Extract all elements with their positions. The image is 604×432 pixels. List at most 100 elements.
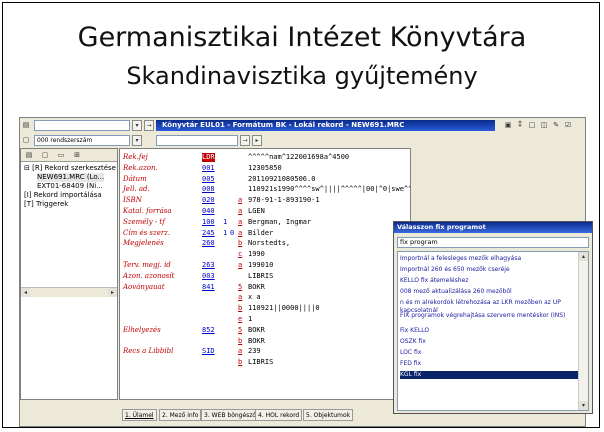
subfield-code[interactable]: b [238, 358, 242, 367]
record-row[interactable]: b 110921||0000||||0 [120, 304, 410, 313]
window-icon[interactable]: □ [528, 121, 536, 129]
fix-program-item[interactable]: KELLO fix átemeléshez [400, 277, 578, 285]
field-value[interactable]: x a [248, 293, 261, 302]
record-row[interactable]: Elhelyezés 852 5 BOKR [120, 326, 410, 335]
layout-icon[interactable]: ◫ [540, 121, 548, 129]
field-value[interactable]: 1990 [248, 250, 265, 259]
field-tag[interactable]: 852 [202, 326, 215, 335]
field-tag[interactable]: LDR [202, 153, 215, 162]
field-value[interactable]: ^^^^^nam^122001698a^4500 [248, 153, 349, 162]
tab-hol-rekord[interactable]: 4. HOL rekord [255, 409, 303, 421]
scroll-down-arrow[interactable]: ▾ [579, 401, 588, 410]
subfield-code[interactable]: a [238, 229, 242, 238]
record-row[interactable]: Rek.fej LDR ^^^^^nam^122001698a^4500 [120, 153, 410, 162]
field-value[interactable]: BOKR [248, 283, 265, 292]
subfield-code[interactable]: b [238, 304, 242, 313]
new-icon[interactable]: ▢ [22, 136, 30, 144]
tab-web-bongeszo[interactable]: 3. WEB böngésző [201, 409, 260, 421]
tree-link-icon[interactable]: ⊞ [73, 151, 81, 159]
record-row[interactable]: Katal. forrása 040 a LGEN [120, 207, 410, 216]
field-tag[interactable]: 100 [202, 218, 215, 227]
scroll-left-arrow[interactable]: ◂ [21, 288, 30, 297]
record-row[interactable]: Aoványauat 841 5 BOKR [120, 283, 410, 292]
field-value[interactable]: Bilder [248, 229, 273, 238]
tree-item-edit[interactable]: ⊟ [R] Rekord szerkesztése [24, 164, 116, 173]
view-select-dropdown[interactable]: ▾ [132, 135, 142, 146]
subfield-code[interactable]: a [238, 261, 242, 270]
field-tag[interactable]: 263 [202, 261, 215, 270]
tab-mezo-info[interactable]: 2. Mező info [159, 409, 202, 421]
field-value[interactable]: 1 [248, 315, 252, 324]
fix-program-item[interactable]: FED fix [400, 360, 578, 368]
scroll-right-arrow[interactable]: ▸ [108, 288, 117, 297]
fix-program-item[interactable]: FIX programok végrehajtása szerverre men… [400, 312, 578, 320]
field-value[interactable]: 239 [248, 347, 261, 356]
field-value[interactable]: Norstedts, [248, 239, 290, 248]
field-tag[interactable]: 040 [202, 207, 215, 216]
subfield-code[interactable]: 5 [238, 326, 242, 335]
field-value[interactable]: 12305850 [248, 164, 282, 173]
print-icon[interactable]: ▣ [504, 121, 512, 129]
fix-program-input[interactable]: fix program [397, 237, 589, 248]
subfield-code[interactable]: a [238, 347, 242, 356]
record-row[interactable]: Terv. megj. id 263 a 199010 [120, 261, 410, 270]
subfield-code[interactable]: a [238, 293, 242, 302]
tab-ulamel[interactable]: 1. Űlamel [122, 409, 157, 421]
subfield-code[interactable]: c [238, 250, 242, 259]
indicator-2[interactable]: 0 [230, 229, 234, 238]
field-value[interactable]: 978-91-1-893190-1 [248, 196, 320, 205]
tree-item-new691[interactable]: NEW691.MRC (Lo... [37, 173, 105, 182]
tree-home-icon[interactable]: ▤ [25, 151, 33, 159]
tree-horizontal-scrollbar[interactable]: ◂ ▸ [21, 287, 117, 297]
fix-program-item[interactable]: Importnál a felesleges mezők elhagyása [400, 255, 578, 263]
fix-program-list[interactable]: ▴ ▾ Importnál a felesleges mezők elhagyá… [397, 251, 589, 411]
record-row[interactable]: Jell. ad. 008 110921s1990^^^^sw^||||^^^^^|… [120, 185, 410, 194]
tree-open-icon[interactable]: ▢ [41, 151, 49, 159]
record-row[interactable]: Azon. azonosít 003 LIBRIS [120, 272, 410, 281]
check-icon[interactable]: ☑ [564, 121, 572, 129]
fix-program-item[interactable]: KGL fix [400, 371, 578, 379]
fix-program-item[interactable]: Importnál 260 és 650 mezők cseréje [400, 266, 578, 274]
search-go-button[interactable]: → [240, 135, 250, 146]
tree-item-import[interactable]: [I] Rekord importálása [24, 191, 102, 200]
fix-program-item[interactable]: OSZK fix [400, 338, 578, 346]
tab-objektumok[interactable]: 5. Objektumok [303, 409, 354, 421]
record-row[interactable]: Recs a Libbibl SID a 239 [120, 347, 410, 356]
field-tag[interactable]: 020 [202, 196, 215, 205]
record-row[interactable]: Megjelenés 260 b Norstedts, [120, 239, 410, 248]
field-value[interactable]: 20110921080506.0 [248, 175, 315, 184]
subfield-code[interactable]: b [238, 337, 242, 346]
field-tag[interactable]: 245 [202, 229, 215, 238]
field-tag[interactable]: 260 [202, 239, 215, 248]
record-row[interactable]: b LIBRIS [120, 358, 410, 367]
field-tag[interactable]: 008 [202, 185, 215, 194]
fix-program-item[interactable]: Fix KELLO [400, 327, 578, 335]
field-tag[interactable]: 003 [202, 272, 215, 281]
record-row[interactable]: Személy - tf 100 1 a Bergman, Ingmar [120, 218, 410, 227]
tree-save-icon[interactable]: ▭ [57, 151, 65, 159]
scroll-up-arrow[interactable]: ▴ [579, 252, 588, 261]
tree-item-ext01[interactable]: EXT01-68409 (Ni... [37, 182, 103, 191]
field-tag[interactable]: SID [202, 347, 215, 356]
top-select-dropdown[interactable]: ▾ [132, 120, 142, 131]
go-button[interactable]: → [144, 120, 154, 131]
subfield-code[interactable]: b [238, 239, 242, 248]
subfield-code[interactable]: a [238, 218, 242, 227]
field-tag[interactable]: 001 [202, 164, 215, 173]
indicator-1[interactable]: 1 [223, 218, 227, 227]
record-row[interactable]: ISBN 020 a 978-91-1-893190-1 [120, 196, 410, 205]
edit-icon[interactable]: ✎ [552, 121, 560, 129]
subfield-code[interactable]: a [238, 207, 242, 216]
record-row[interactable]: ax a [120, 293, 410, 302]
field-value[interactable]: 110921||0000||||0 [248, 304, 320, 313]
field-value[interactable]: 110921s1990^^^^sw^||||^^^^^|00|^0|swe^^ [248, 185, 410, 194]
search-field[interactable] [156, 135, 238, 146]
record-row[interactable]: Cím és szerz. 245 1 0 a Bilder [120, 229, 410, 238]
record-row[interactable]: b BOKR [120, 337, 410, 346]
view-select[interactable]: 000 rendszerszám [34, 135, 130, 146]
record-row[interactable]: Rek.azon. 001 12305850 [120, 164, 410, 173]
record-row[interactable]: c 1990 [120, 250, 410, 259]
field-tag[interactable]: 841 [202, 283, 215, 292]
record-row[interactable]: Dátum 005 20110921080506.0 [120, 175, 410, 184]
fix-program-item[interactable]: LOC fix [400, 349, 578, 357]
